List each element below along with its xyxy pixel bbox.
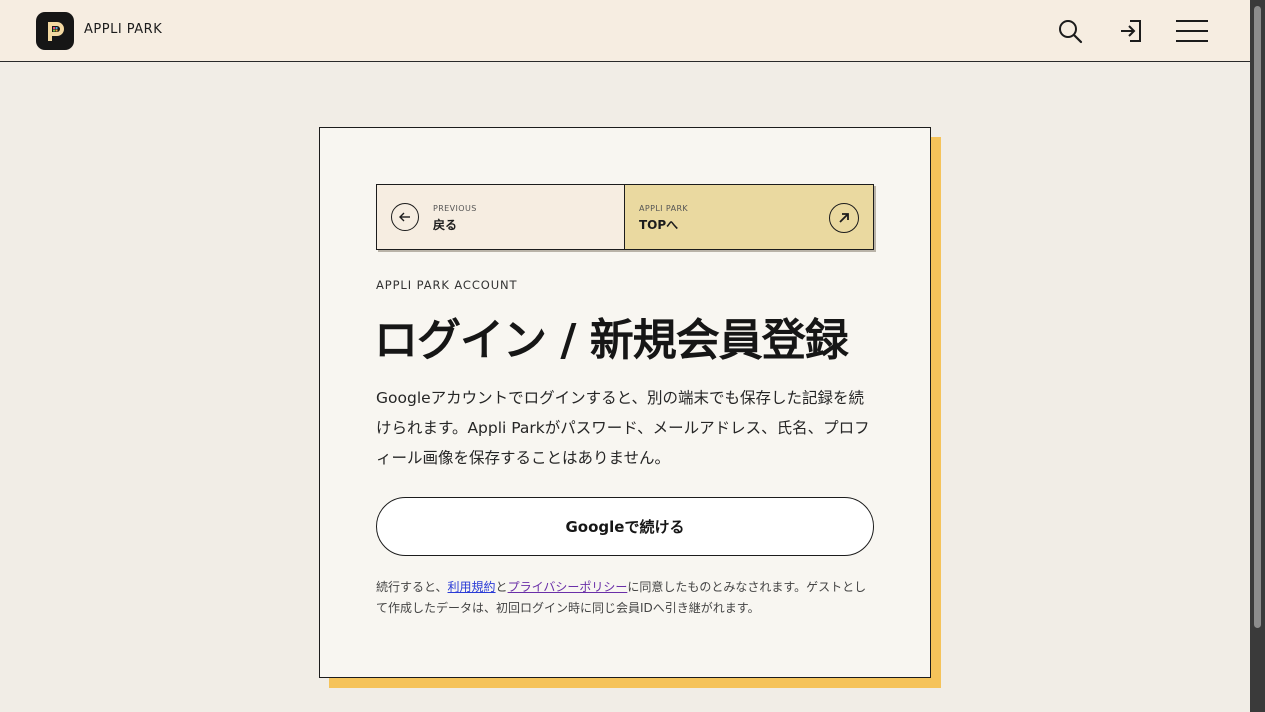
arrow-left-icon xyxy=(391,203,419,231)
login-icon[interactable] xyxy=(1117,17,1145,45)
top-link[interactable]: APPLI PARK TOPへ xyxy=(625,185,873,249)
brand-name[interactable]: APPLI PARK xyxy=(84,22,162,37)
appli-park-logo-icon[interactable] xyxy=(36,12,74,50)
back-link[interactable]: PREVIOUS 戻る xyxy=(377,185,625,249)
section-kicker: APPLI PARK ACCOUNT xyxy=(376,278,518,292)
page-scrollbar[interactable] xyxy=(1250,0,1265,712)
terms-link[interactable]: 利用規約 xyxy=(448,580,496,594)
top-kicker: APPLI PARK xyxy=(639,204,689,213)
hamburger-menu-icon[interactable] xyxy=(1174,17,1210,45)
note-and: と xyxy=(495,580,508,594)
login-card: PREVIOUS 戻る APPLI PARK TOPへ APPLI PARK A… xyxy=(319,127,931,678)
google-continue-button[interactable]: Googleで続ける xyxy=(376,497,874,556)
scrollbar-thumb[interactable] xyxy=(1254,6,1261,628)
note-prefix: 続行すると、 xyxy=(376,580,448,594)
search-icon[interactable] xyxy=(1056,17,1084,45)
site-header: APPLI PARK xyxy=(0,0,1250,62)
page-title: ログイン / 新規会員登録 xyxy=(374,315,849,366)
card-navigation: PREVIOUS 戻る APPLI PARK TOPへ xyxy=(376,184,874,250)
arrow-up-right-icon xyxy=(829,203,859,233)
back-label: 戻る xyxy=(433,218,458,232)
login-description: Googleアカウントでログインすると、別の端末でも保存した記録を続けられます。… xyxy=(376,389,870,467)
consent-note: 続行すると、利用規約とプライバシーポリシーに同意したものとみなされます。ゲストと… xyxy=(376,577,876,619)
back-kicker: PREVIOUS xyxy=(433,204,477,213)
privacy-policy-link[interactable]: プライバシーポリシー xyxy=(508,580,628,594)
top-label: TOPへ xyxy=(639,218,679,232)
